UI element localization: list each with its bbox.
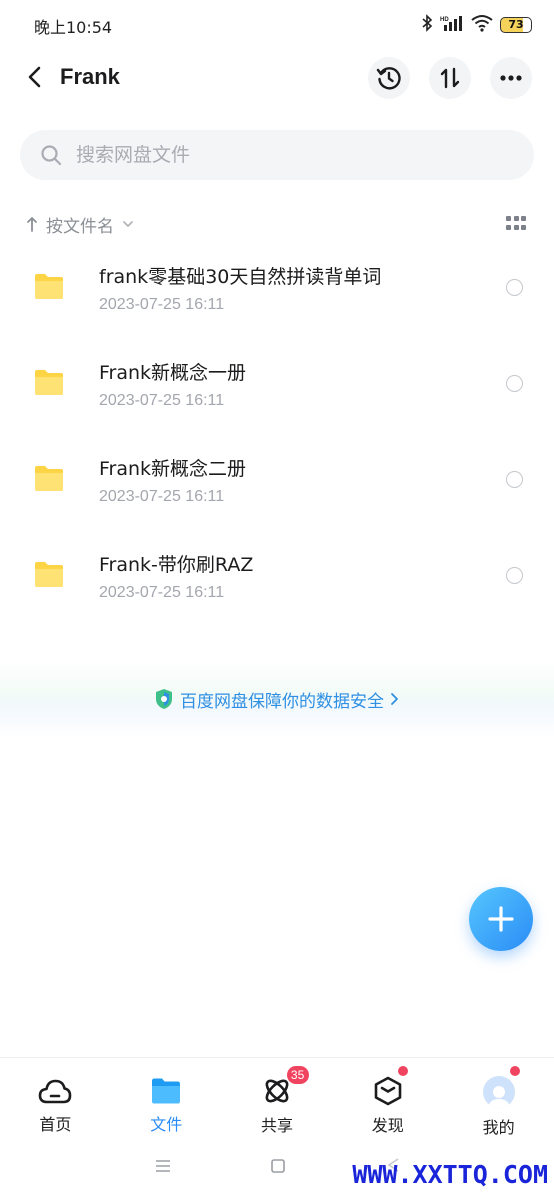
list-item[interactable]: Frank新概念一册 2023-07-25 16:11: [0, 336, 554, 432]
page-title: Frank: [60, 64, 120, 89]
nav-label: 文件: [150, 1115, 183, 1134]
search-bar[interactable]: [20, 130, 534, 180]
file-name: Frank新概念一册: [99, 362, 247, 384]
more-button[interactable]: [490, 57, 532, 99]
search-input[interactable]: [76, 144, 476, 166]
home-square-icon[interactable]: [270, 1158, 286, 1174]
sort-label: 按文件名: [46, 216, 114, 237]
nav-label: 发现: [371, 1116, 404, 1135]
folder-icon: [35, 466, 63, 491]
list-item[interactable]: frank零基础30天自然拼读背单词 2023-07-25 16:11: [0, 240, 554, 336]
folder-icon: [35, 274, 63, 299]
back-button[interactable]: [20, 62, 50, 92]
nav-share[interactable]: 共享 35: [222, 1058, 333, 1135]
nav-home[interactable]: 首页: [0, 1058, 111, 1135]
transfer-icon: [440, 67, 460, 89]
me-dot: [510, 1066, 521, 1076]
svg-text:HD: HD: [440, 17, 449, 23]
select-radio[interactable]: [506, 375, 523, 392]
chevron-left-icon: [28, 66, 41, 88]
list-item[interactable]: Frank-带你刷RAZ 2023-07-25 16:11: [0, 528, 554, 624]
file-name: frank零基础30天自然拼读背单词: [99, 266, 382, 288]
arrow-up-icon: [27, 217, 37, 232]
share-badge: 35: [286, 1066, 309, 1084]
plus-icon: [488, 906, 514, 932]
file-date: 2023-07-25 16:11: [99, 584, 225, 601]
status-icons: HD 73: [421, 14, 532, 36]
nav-discover[interactable]: 发现: [332, 1058, 443, 1135]
menu-icon[interactable]: [155, 1159, 171, 1173]
discover-dot: [398, 1066, 409, 1076]
file-date: 2023-07-25 16:11: [99, 488, 225, 505]
sort-bar[interactable]: 按文件名: [26, 210, 134, 238]
share-atom-icon: [265, 1079, 289, 1103]
status-bar: 晚上10:54 HD 73: [0, 0, 554, 48]
select-radio[interactable]: [506, 279, 523, 296]
battery-icon: 73: [500, 17, 532, 33]
bluetooth-icon: [421, 14, 433, 36]
more-icon: [500, 75, 522, 81]
search-icon: [41, 145, 62, 166]
file-name: Frank-带你刷RAZ: [99, 554, 254, 576]
nav-me[interactable]: 我的: [443, 1058, 554, 1137]
wifi-icon: [471, 14, 493, 36]
header: Frank: [0, 52, 554, 104]
nav-label: 共享: [260, 1116, 293, 1135]
chevron-down-icon: [123, 221, 133, 227]
security-text: 百度网盘保障你的数据安全: [180, 691, 384, 712]
file-date: 2023-07-25 16:11: [99, 392, 225, 409]
list-item[interactable]: Frank新概念二册 2023-07-25 16:11: [0, 432, 554, 528]
history-button[interactable]: [368, 57, 410, 99]
folder-icon: [35, 370, 63, 395]
folder-icon: [35, 562, 63, 587]
file-list: frank零基础30天自然拼读背单词 2023-07-25 16:11 Fran…: [0, 240, 554, 624]
add-button[interactable]: [469, 887, 533, 951]
file-name: Frank新概念二册: [99, 458, 247, 480]
grid-view-icon[interactable]: [506, 216, 526, 232]
shield-icon: [156, 689, 172, 709]
nav-label: 首页: [39, 1115, 72, 1134]
bottom-nav: 首页 文件 共享 35 发现 我的: [0, 1057, 554, 1137]
watermark: WWW.XXTTQ.COM: [352, 1160, 548, 1189]
history-icon: [376, 67, 401, 90]
cloud-icon: [39, 1079, 72, 1103]
status-time: 晚上10:54: [34, 18, 113, 37]
folder-icon: [152, 1078, 181, 1103]
select-radio[interactable]: [506, 471, 523, 488]
file-date: 2023-07-25 16:11: [99, 296, 225, 313]
avatar-icon: [482, 1076, 515, 1108]
cube-icon: [374, 1076, 402, 1106]
select-radio[interactable]: [506, 567, 523, 584]
transfer-button[interactable]: [429, 57, 471, 99]
security-banner[interactable]: 百度网盘保障你的数据安全: [0, 660, 554, 738]
chevron-right-icon: [391, 693, 398, 705]
hd-signal-icon: HD: [440, 14, 464, 36]
nav-files[interactable]: 文件: [111, 1058, 222, 1135]
